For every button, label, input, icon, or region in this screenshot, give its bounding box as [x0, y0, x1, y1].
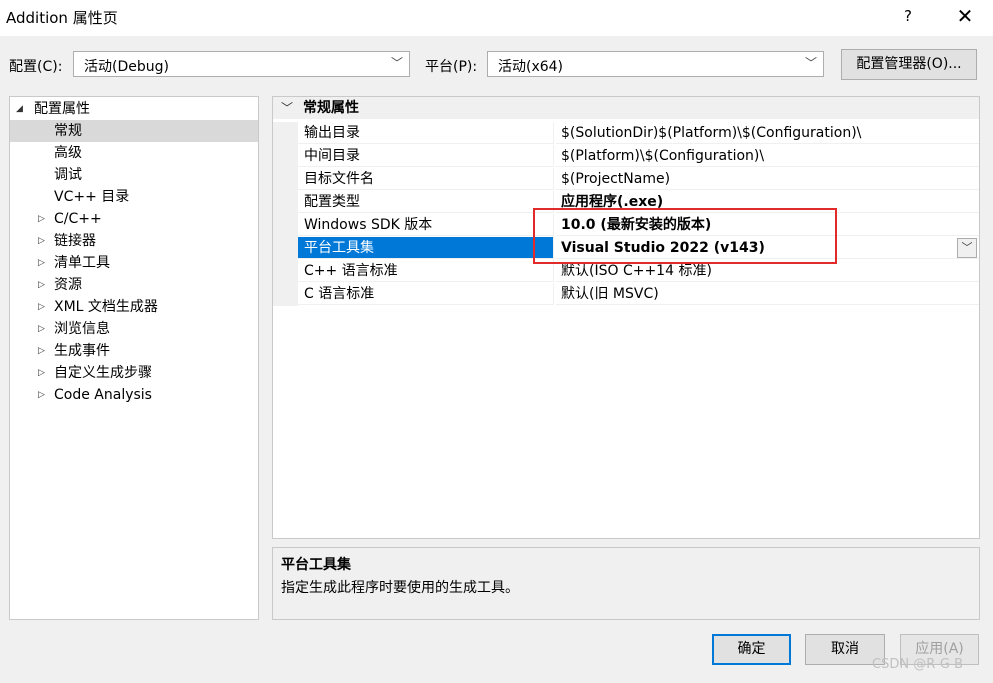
tree-item[interactable]: ▷ 资源: [10, 274, 258, 296]
property-row-intermediate-directory[interactable]: 中间目录 $(Platform)\$(Configuration)\: [273, 145, 979, 168]
category-title: 常规属性: [303, 100, 359, 116]
description-title: 平台工具集: [281, 557, 351, 573]
collapse-triangle-icon[interactable]: ◢: [16, 98, 23, 120]
property-name: 目标文件名: [298, 168, 554, 190]
expand-triangle-icon[interactable]: ▷: [38, 340, 45, 362]
property-tree[interactable]: ◢ 配置属性 常规 高级 调试 VC++ 目录 ▷ C/C++ ▷ 链接器 ▷ …: [9, 96, 259, 620]
tree-root-label: 配置属性: [34, 101, 90, 117]
configuration-manager-button[interactable]: 配置管理器(O)...: [841, 49, 977, 80]
property-row-c-language-standard[interactable]: C 语言标准 默认(旧 MSVC): [273, 283, 979, 306]
expand-triangle-icon[interactable]: ▷: [38, 296, 45, 318]
platform-select[interactable]: 活动(x64) ﹀: [487, 51, 824, 77]
row-gutter: [273, 283, 298, 306]
tree-item[interactable]: ▷ Code Analysis: [10, 384, 258, 406]
property-row-target-name[interactable]: 目标文件名 $(ProjectName): [273, 168, 979, 191]
tree-item[interactable]: ▷ 浏览信息: [10, 318, 258, 340]
property-name: 输出目录: [298, 122, 554, 144]
watermark: CSDN @R-G-B: [872, 657, 964, 672]
property-name: C++ 语言标准: [298, 260, 554, 282]
tree-item-label: 常规: [54, 123, 82, 139]
row-gutter: [273, 122, 298, 145]
title-bar: Addition 属性页 ? ✕: [0, 0, 993, 36]
tree-item-label: Code Analysis: [54, 387, 152, 403]
tree-root-configuration-properties[interactable]: ◢ 配置属性: [10, 98, 258, 120]
tree-item[interactable]: VC++ 目录: [10, 186, 258, 208]
tree-item-label: 资源: [54, 277, 82, 293]
property-grid: ﹀ 常规属性 输出目录 $(SolutionDir)$(Platform)\$(…: [272, 96, 980, 539]
property-name: Windows SDK 版本: [298, 214, 554, 236]
expand-triangle-icon[interactable]: ▷: [38, 208, 45, 230]
expand-triangle-icon[interactable]: ▷: [38, 252, 45, 274]
category-header[interactable]: ﹀ 常规属性: [273, 97, 979, 119]
property-value[interactable]: $(ProjectName): [556, 168, 979, 190]
tree-item-label: 清单工具: [54, 255, 110, 271]
tree-item-label: 高级: [54, 145, 82, 161]
chevron-down-icon[interactable]: ﹀: [281, 97, 293, 119]
tree-item-label: C/C++: [54, 211, 102, 227]
tree-item-label: 生成事件: [54, 343, 110, 359]
tree-item[interactable]: 调试: [10, 164, 258, 186]
property-value[interactable]: 默认(旧 MSVC): [556, 283, 979, 305]
configuration-value: 活动(Debug): [84, 59, 169, 75]
tree-item-label: 浏览信息: [54, 321, 110, 337]
tree-item-label: 链接器: [54, 233, 96, 249]
tree-item-label: 自定义生成步骤: [54, 365, 152, 381]
tree-item-label: XML 文档生成器: [54, 299, 158, 315]
expand-triangle-icon[interactable]: ▷: [38, 274, 45, 296]
property-name: 平台工具集: [298, 237, 554, 259]
ok-button[interactable]: 确定: [712, 634, 791, 665]
tree-item[interactable]: ▷ 链接器: [10, 230, 258, 252]
tree-item-label: 调试: [54, 167, 82, 183]
expand-triangle-icon[interactable]: ▷: [38, 384, 45, 406]
property-name: 配置类型: [298, 191, 554, 213]
property-pages-dialog: Addition 属性页 ? ✕ 配置(C): 活动(Debug) ﹀ 平台(P…: [0, 0, 993, 683]
row-gutter: [273, 191, 298, 214]
chevron-down-icon[interactable]: ﹀: [957, 238, 977, 258]
tree-item[interactable]: ▷ 生成事件: [10, 340, 258, 362]
tree-item[interactable]: ▷ 自定义生成步骤: [10, 362, 258, 384]
row-gutter: [273, 168, 298, 191]
description-pane: 平台工具集 指定生成此程序时要使用的生成工具。: [272, 547, 980, 620]
tree-item[interactable]: ▷ XML 文档生成器: [10, 296, 258, 318]
tree-item[interactable]: ▷ C/C++: [10, 208, 258, 230]
configuration-label: 配置(C):: [9, 59, 63, 75]
close-button[interactable]: ✕: [950, 0, 980, 32]
platform-label: 平台(P):: [425, 59, 478, 75]
row-gutter: [273, 260, 298, 283]
help-button[interactable]: ?: [893, 0, 923, 32]
property-row-output-directory[interactable]: 输出目录 $(SolutionDir)$(Platform)\$(Configu…: [273, 122, 979, 145]
tree-item[interactable]: ▷ 清单工具: [10, 252, 258, 274]
tree-item[interactable]: 常规: [10, 120, 258, 142]
chevron-down-icon: ﹀: [390, 56, 403, 70]
description-text: 指定生成此程序时要使用的生成工具。: [281, 580, 519, 596]
platform-value: 活动(x64): [498, 59, 564, 75]
property-name: 中间目录: [298, 145, 554, 167]
row-gutter: [273, 214, 298, 237]
chevron-down-icon: ﹀: [804, 56, 817, 70]
row-gutter: [273, 145, 298, 168]
expand-triangle-icon[interactable]: ▷: [38, 230, 45, 252]
row-gutter: [273, 237, 298, 260]
expand-triangle-icon[interactable]: ▷: [38, 318, 45, 340]
window-title: Addition 属性页: [6, 9, 118, 27]
configuration-select[interactable]: 活动(Debug) ﹀: [73, 51, 410, 77]
property-name: C 语言标准: [298, 283, 554, 305]
expand-triangle-icon[interactable]: ▷: [38, 362, 45, 384]
annotation-highlight-box: [533, 208, 837, 264]
property-value[interactable]: $(SolutionDir)$(Platform)\$(Configuratio…: [556, 122, 979, 144]
tree-item[interactable]: 高级: [10, 142, 258, 164]
tree-item-label: VC++ 目录: [54, 189, 130, 205]
property-value[interactable]: $(Platform)\$(Configuration)\: [556, 145, 979, 167]
